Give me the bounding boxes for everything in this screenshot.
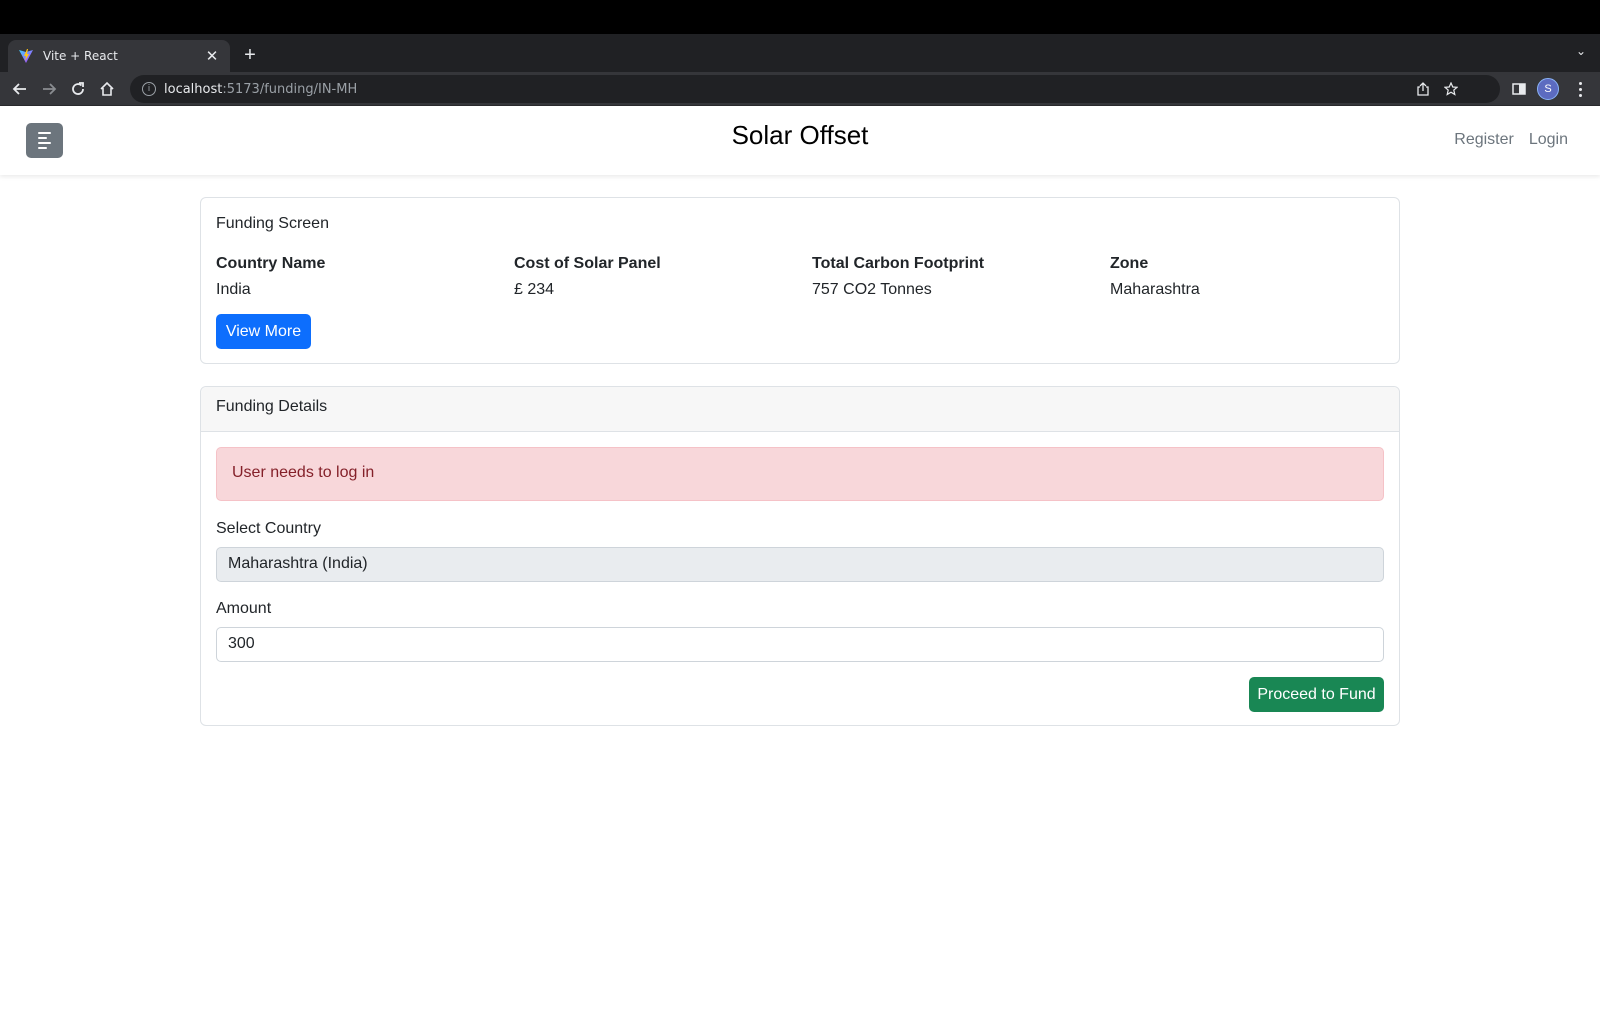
app-header: Solar Offset Register Login (0, 106, 1600, 175)
back-icon[interactable] (9, 78, 31, 100)
login-required-alert: User needs to log in (216, 447, 1384, 501)
app-title: Solar Offset (731, 120, 869, 150)
funding-details-card: Funding Details User needs to log in Sel… (200, 386, 1400, 726)
info-value: 757 CO2 Tonnes (812, 281, 932, 298)
carbon-footprint-column: Total Carbon Footprint 757 CO2 Tonnes (812, 252, 1110, 302)
share-icon[interactable] (1416, 75, 1430, 103)
forward-icon[interactable] (38, 78, 60, 100)
zone-column: Zone Maharashtra (1110, 252, 1408, 302)
select-country-label: Select Country (216, 520, 321, 537)
info-grid: Country Name India Cost of Solar Panel £… (216, 252, 1408, 302)
header-nav: Register Login (1454, 131, 1568, 149)
login-link[interactable]: Login (1529, 131, 1568, 149)
browser-tab[interactable]: Vite + React ✕ (8, 40, 230, 72)
country-name-column: Country Name India (216, 252, 514, 302)
browser-menu-icon[interactable] (1572, 78, 1588, 100)
address-bar[interactable]: i localhost:5173/funding/IN-MH (130, 75, 1500, 103)
new-tab-icon[interactable]: + (240, 44, 260, 67)
browser-toolbar: i localhost:5173/funding/IN-MH S (0, 72, 1600, 106)
solar-panel-cost-column: Cost of Solar Panel £ 234 (514, 252, 812, 302)
info-label: Total Carbon Footprint (812, 255, 985, 272)
proceed-to-fund-button[interactable]: Proceed to Fund (1249, 677, 1384, 712)
url-path: :5173/funding/IN-MH (222, 81, 358, 97)
info-value: India (216, 281, 251, 298)
reload-icon[interactable] (67, 78, 89, 100)
info-label: Zone (1110, 255, 1149, 272)
amount-label: Amount (216, 600, 272, 617)
amount-input[interactable]: 300 (216, 627, 1384, 662)
profile-avatar[interactable]: S (1537, 78, 1559, 100)
view-more-button[interactable]: View More (216, 314, 311, 349)
tab-search-chevron-icon[interactable]: ⌄ (1576, 44, 1586, 58)
site-info-icon[interactable]: i (142, 82, 156, 96)
info-value: £ 234 (514, 281, 555, 298)
home-icon[interactable] (96, 78, 118, 100)
vite-logo-icon (19, 49, 33, 63)
url-host: localhost (164, 81, 223, 97)
country-select-field: Maharashtra (India) (216, 547, 1384, 582)
info-label: Country Name (216, 255, 326, 272)
funding-screen-card: Funding Screen Country Name India Cost o… (200, 197, 1400, 364)
register-link[interactable]: Register (1454, 131, 1514, 149)
side-panel-icon[interactable] (1508, 78, 1530, 100)
info-label: Cost of Solar Panel (514, 255, 661, 272)
card-header: Funding Details (201, 387, 1399, 432)
close-tab-icon[interactable]: ✕ (204, 47, 220, 65)
browser-tab-strip: Vite + React ✕ + ⌄ (0, 34, 1600, 72)
card-title: Funding Screen (216, 215, 329, 232)
tab-title: Vite + React (43, 49, 118, 63)
info-value: Maharashtra (1110, 281, 1200, 298)
os-top-bar (0, 0, 1600, 34)
bookmark-star-icon[interactable] (1444, 75, 1458, 103)
